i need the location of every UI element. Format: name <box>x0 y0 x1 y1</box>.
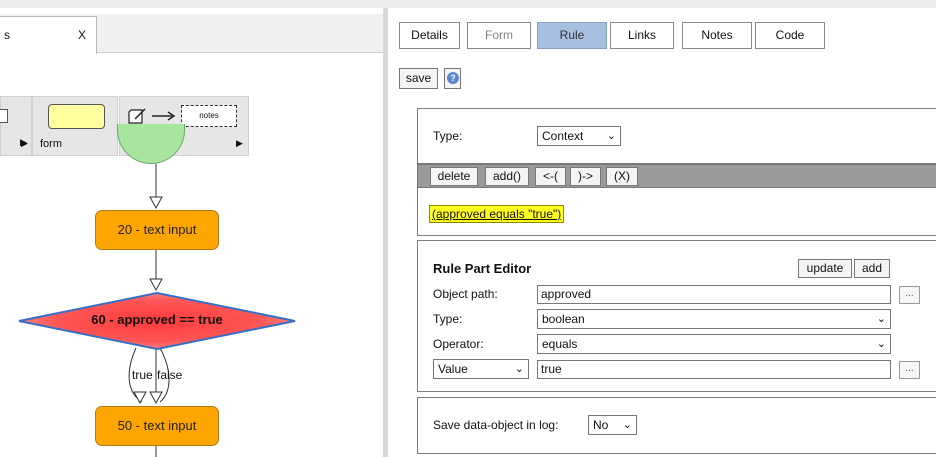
value-input[interactable]: true <box>537 360 891 379</box>
object-path-label: Object path: <box>433 287 498 301</box>
value-browse-button[interactable]: ... <box>899 361 920 379</box>
chevron-down-icon: ⌄ <box>622 419 632 431</box>
tab-rule[interactable]: Rule <box>537 22 607 49</box>
log-select[interactable]: No ⌄ <box>588 415 637 435</box>
add-button[interactable]: add() <box>485 167 529 186</box>
log-value: No <box>593 418 609 432</box>
open-paren-button[interactable]: <-( <box>535 167 566 186</box>
save-button[interactable]: save <box>399 68 438 89</box>
delete-button[interactable]: delete <box>430 167 478 186</box>
value-kind-value: Value <box>438 362 468 376</box>
chevron-down-icon: ⌄ <box>876 338 886 350</box>
update-button[interactable]: update <box>798 259 852 278</box>
tab-notes[interactable]: Notes <box>682 22 752 49</box>
object-path-input[interactable]: approved <box>537 285 891 304</box>
editor-title: Rule Part Editor <box>433 261 532 276</box>
not-button[interactable]: (X) <box>606 167 638 186</box>
tab-form[interactable]: Form <box>467 22 531 49</box>
tab-code[interactable]: Code <box>755 22 825 49</box>
pane-splitter[interactable] <box>383 8 388 457</box>
question-icon: ? <box>447 72 459 84</box>
rule-part-editor: Rule Part Editor update add Object path:… <box>417 240 936 392</box>
decision-node-label[interactable]: 60 - approved == true <box>18 312 296 327</box>
tab-details[interactable]: Details <box>399 22 460 49</box>
object-path-browse-button[interactable]: ... <box>899 286 920 304</box>
part-type-value: boolean <box>542 312 585 326</box>
help-button[interactable]: ? <box>444 68 461 89</box>
part-type-select[interactable]: boolean ⌄ <box>537 309 891 329</box>
rule-type-select[interactable]: Context ⌄ <box>537 126 621 146</box>
rule-type-value: Context <box>542 129 584 143</box>
operator-label: Operator: <box>433 337 484 351</box>
tab-links[interactable]: Links <box>610 22 674 49</box>
operator-value: equals <box>542 337 578 351</box>
rule-expression-link[interactable]: (approved equals "true") <box>429 205 565 223</box>
add-part-button[interactable]: add <box>854 259 890 278</box>
operator-select[interactable]: equals ⌄ <box>537 334 891 354</box>
log-label: Save data-object in log: <box>433 418 559 432</box>
close-paren-button[interactable]: )-> <box>570 167 601 186</box>
chevron-down-icon: ⌄ <box>876 313 886 325</box>
log-panel: Save data-object in log: No ⌄ <box>417 397 936 454</box>
node-text-input-20[interactable]: 20 - text input <box>95 210 219 250</box>
node-text-input-50[interactable]: 50 - text input <box>95 406 219 446</box>
edge-label-true[interactable]: true <box>132 368 153 382</box>
rule-type-panel: Type: Context ⌄ <box>417 108 936 164</box>
part-type-label: Type: <box>433 312 463 326</box>
chevron-down-icon: ⌄ <box>514 363 524 375</box>
type-label: Type: <box>433 129 463 143</box>
edge-label-false[interactable]: false <box>157 368 182 382</box>
chevron-down-icon: ⌄ <box>606 130 616 142</box>
value-kind-select[interactable]: Value ⌄ <box>433 359 529 379</box>
